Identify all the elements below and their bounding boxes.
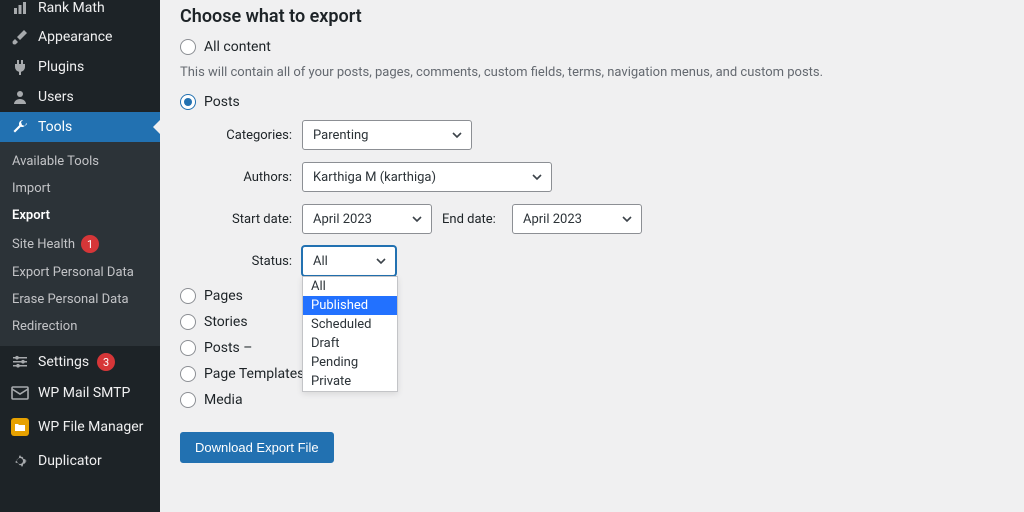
sidebar-item-settings[interactable]: Settings 3 [0,346,160,378]
option-label: Stories [204,314,248,330]
radio-icon [180,366,196,382]
filter-label: Authors: [210,170,292,185]
sidebar-item-label: Appearance [38,29,112,45]
sliders-icon [10,354,30,370]
admin-sidebar: Rank Math Appearance Plugins Users Tools… [0,0,160,512]
user-icon [10,89,30,105]
chevron-down-icon [531,171,543,183]
notification-badge: 3 [97,353,115,371]
export-panel: Choose what to export All content This w… [160,0,1024,512]
folder-icon [10,418,30,436]
sidebar-item-label: WP Mail SMTP [38,385,130,401]
radio-icon [180,288,196,304]
chevron-down-icon [621,213,633,225]
select-value: April 2023 [523,212,582,227]
option-label: Media [204,392,243,408]
notification-badge: 1 [81,235,99,253]
sidebar-item-tools[interactable]: Tools [0,112,160,142]
status-select[interactable]: All [302,246,396,276]
submenu-label: Redirection [12,319,77,334]
radio-icon [180,94,196,110]
sidebar-item-wp-mail-smtp[interactable]: WP Mail SMTP [0,378,160,408]
mail-icon [10,386,30,400]
status-option[interactable]: Published [303,296,397,315]
sidebar-item-label: Duplicator [38,453,102,469]
sidebar-item-appearance[interactable]: Appearance [0,22,160,52]
sidebar-item-label: WP File Manager [38,419,143,435]
radio-icon [180,314,196,330]
start-date-select[interactable]: April 2023 [302,204,432,234]
filter-label: End date: [442,212,502,227]
sidebar-item-wp-file-manager[interactable]: WP File Manager [0,408,160,446]
sidebar-item-plugins[interactable]: Plugins [0,52,160,82]
option-label: Page Templates [204,366,304,382]
brush-icon [10,29,30,45]
option-label: Posts [204,94,240,110]
submenu-label: Export Personal Data [12,265,134,280]
select-value: Karthiga M (karthiga) [313,170,436,185]
seo-icon [10,0,30,16]
option-label: All content [204,39,271,55]
sidebar-item-users[interactable]: Users [0,82,160,112]
sidebar-item-duplicator[interactable]: Duplicator [0,446,160,476]
status-option[interactable]: Private [303,372,397,391]
filter-label: Start date: [210,212,292,227]
option-label: Posts – [204,340,252,356]
status-option[interactable]: Scheduled [303,315,397,334]
submenu-label: Erase Personal Data [12,292,129,307]
chevron-down-icon [375,255,387,267]
filter-label: Status: [210,254,292,269]
select-value: All [313,254,328,269]
categories-select[interactable]: Parenting [302,120,472,150]
radio-icon [180,39,196,55]
submenu-site-health[interactable]: Site Health 1 [0,229,160,259]
submenu-label: Site Health [12,237,75,252]
status-dropdown[interactable]: AllPublishedScheduledDraftPendingPrivate [302,276,398,392]
submenu-available-tools[interactable]: Available Tools [0,148,160,175]
option-all-content[interactable]: All content [180,39,1004,55]
select-value: Parenting [313,128,368,143]
radio-icon [180,392,196,408]
select-value: April 2023 [313,212,372,227]
submenu-import[interactable]: Import [0,175,160,202]
tools-submenu: Available Tools Import Export Site Healt… [0,142,160,346]
status-option[interactable]: Draft [303,334,397,353]
filter-label: Categories: [210,128,292,143]
submenu-label: Import [12,181,51,196]
submenu-export-personal-data[interactable]: Export Personal Data [0,259,160,286]
wrench-icon [10,119,30,135]
option-description: This will contain all of your posts, pag… [180,65,1004,80]
sidebar-item-label: Plugins [38,59,84,75]
sidebar-item-label: Users [38,89,74,105]
download-export-button[interactable]: Download Export File [180,432,334,463]
sidebar-item-label: Settings [38,354,89,370]
gear-icon [10,453,30,469]
status-option[interactable]: Pending [303,353,397,372]
submenu-redirection[interactable]: Redirection [0,313,160,340]
sidebar-item-label: Rank Math [38,0,105,16]
plug-icon [10,59,30,75]
post-filters: Categories: Parenting Authors: Karthiga … [210,120,1004,276]
option-posts[interactable]: Posts [180,94,1004,110]
status-option[interactable]: All [303,277,397,296]
submenu-export[interactable]: Export [0,202,160,229]
sidebar-item-rank-math[interactable]: Rank Math [0,0,160,22]
option-media[interactable]: Media [180,392,1004,408]
end-date-select[interactable]: April 2023 [512,204,642,234]
chevron-down-icon [451,129,463,141]
submenu-erase-personal-data[interactable]: Erase Personal Data [0,286,160,313]
submenu-label: Export [12,208,50,223]
section-heading: Choose what to export [180,6,1004,27]
chevron-down-icon [411,213,423,225]
authors-select[interactable]: Karthiga M (karthiga) [302,162,552,192]
submenu-label: Available Tools [12,154,99,169]
radio-icon [180,340,196,356]
option-label: Pages [204,288,243,304]
sidebar-item-label: Tools [38,119,72,135]
